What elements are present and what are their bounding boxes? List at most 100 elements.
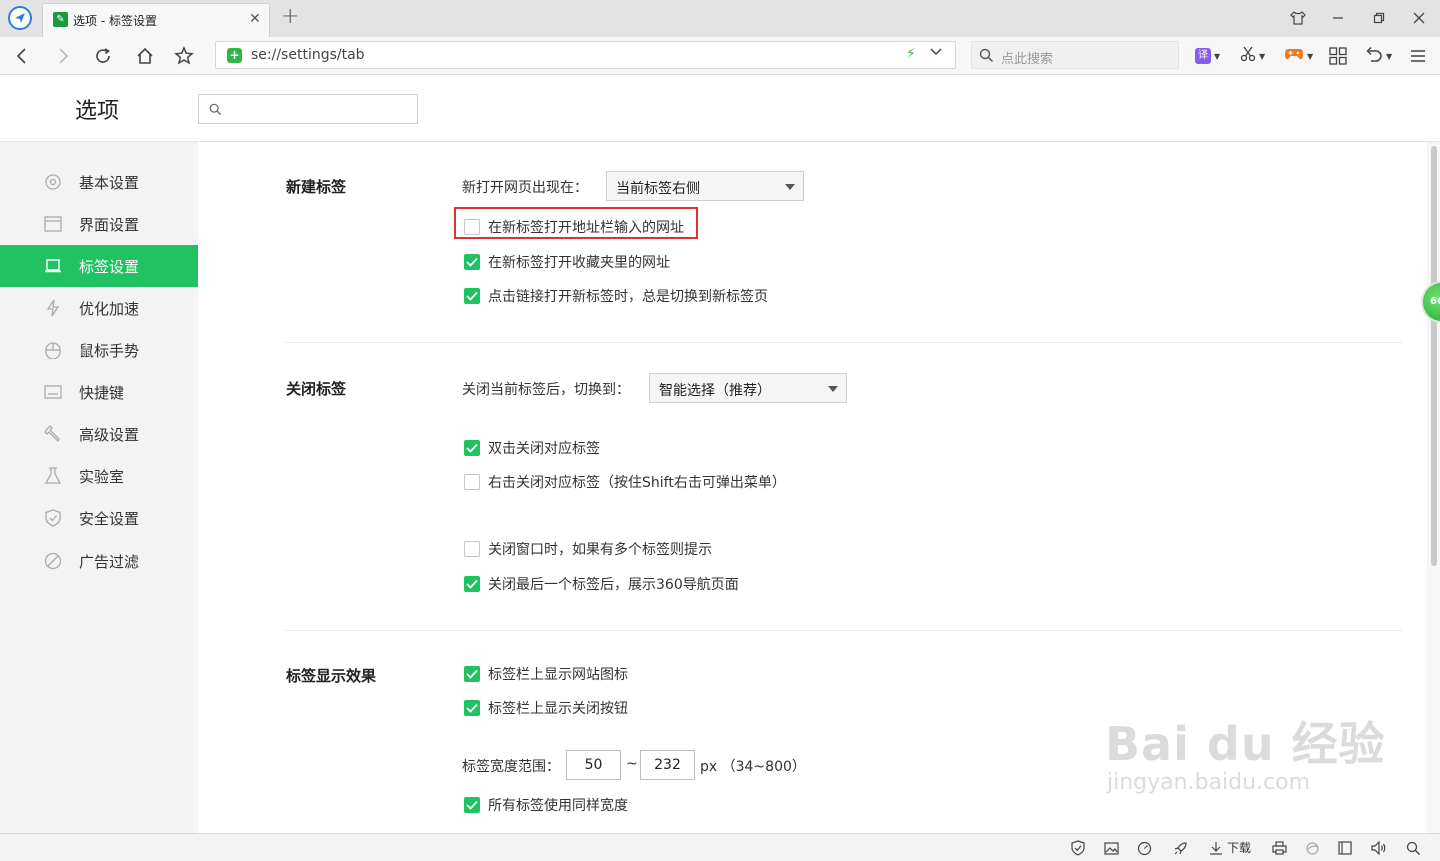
option-label: 双击关闭对应标签 (488, 441, 600, 457)
option-same-width[interactable]: 所有标签使用同样宽度 (464, 795, 628, 815)
option-label: 在新标签打开收藏夹里的网址 (488, 255, 670, 271)
sidebar-item-tabs[interactable]: 标签设置 (0, 245, 198, 287)
flask-icon (43, 466, 63, 486)
gamepad-icon (1284, 46, 1304, 66)
option-label: 关闭最后一个标签后，展示360导航页面 (488, 577, 739, 593)
sidebar-item-speedup[interactable]: 优化加速 (0, 287, 198, 329)
speed-icon[interactable] (1135, 840, 1153, 856)
speaker-icon[interactable] (1370, 840, 1388, 856)
checkbox-unchecked[interactable] (464, 219, 480, 235)
baidu-watermark: Bai du 经验 jingyan.baidu.com (1105, 708, 1386, 795)
close-window-icon[interactable] (1408, 7, 1430, 29)
checkbox-checked[interactable] (464, 700, 480, 716)
screenshot-extension[interactable]: ▼ (1240, 46, 1265, 66)
game-extension[interactable]: ▼ (1284, 46, 1313, 66)
download-button[interactable]: 下载 (1209, 839, 1251, 856)
reload-icon[interactable] (92, 45, 114, 67)
option-label: 右击关闭对应标签（按住Shift右击可弹出菜单） (488, 475, 786, 491)
sidebar-item-basic[interactable]: 基本设置 (0, 161, 198, 203)
sidebar-item-label: 优化加速 (79, 299, 140, 318)
checkbox-checked[interactable] (464, 576, 480, 592)
tab-width-separator: ~ (626, 756, 638, 772)
option-label: 关闭窗口时，如果有多个标签则提示 (488, 542, 712, 558)
checkbox-checked[interactable] (464, 254, 480, 270)
checkbox-checked[interactable] (464, 797, 480, 813)
undo-close-extension[interactable]: ▼ (1365, 46, 1392, 66)
accelerate-icon[interactable]: ⚡ (906, 46, 916, 62)
sidebar-item-label: 快捷键 (79, 383, 125, 402)
apps-grid-icon[interactable] (1329, 46, 1347, 66)
address-bar[interactable]: + se://settings/tab ⚡ (215, 41, 956, 69)
page-title: 选项 (75, 99, 120, 124)
translate-extension[interactable]: 译 ▼ (1195, 46, 1220, 66)
checkbox-checked[interactable] (464, 288, 480, 304)
tab-icon (43, 256, 63, 276)
option-open-bookmarks-newtab[interactable]: 在新标签打开收藏夹里的网址 (464, 252, 670, 272)
option-label: 所有标签使用同样宽度 (488, 798, 628, 814)
option-dblclick-close[interactable]: 双击关闭对应标签 (464, 438, 600, 458)
option-show-close-button[interactable]: 标签栏上显示关闭按钮 (464, 698, 628, 718)
option-show-favicon[interactable]: 标签栏上显示网站图标 (464, 664, 628, 684)
forward-icon[interactable] (52, 45, 74, 67)
option-rightclick-close[interactable]: 右击关闭对应标签（按住Shift右击可弹出菜单） (464, 472, 786, 492)
url-dropdown-icon[interactable] (929, 45, 943, 63)
sidebar-item-lab[interactable]: 实验室 (0, 455, 198, 497)
new-tab-button[interactable]: + (281, 4, 299, 29)
back-icon[interactable] (11, 45, 33, 67)
url-text[interactable]: se://settings/tab (251, 47, 365, 63)
skin-icon[interactable] (1287, 7, 1309, 29)
home-icon[interactable] (134, 45, 156, 67)
window-mode-icon[interactable] (1336, 840, 1354, 856)
scrollbar-thumb[interactable] (1431, 146, 1437, 566)
sidebar-item-label: 鼠标手势 (79, 341, 140, 360)
sidebar-item-security[interactable]: 安全设置 (0, 497, 198, 539)
settings-favicon-icon: ✎ (53, 12, 68, 27)
option-switch-to-newtab[interactable]: 点击链接打开新标签时，总是切换到新标签页 (464, 286, 768, 306)
close-switch-select[interactable]: 智能选择（推荐） (649, 373, 847, 403)
window-icon (43, 214, 63, 234)
option-warn-multiple[interactable]: 关闭窗口时，如果有多个标签则提示 (464, 539, 712, 559)
shield-icon[interactable] (1069, 840, 1087, 856)
download-label: 下载 (1227, 841, 1252, 855)
ie-mode-icon[interactable] (1303, 840, 1321, 856)
checkbox-unchecked[interactable] (464, 474, 480, 490)
rocket-icon[interactable] (1171, 840, 1189, 856)
sidebar-item-advanced[interactable]: 高级设置 (0, 413, 198, 455)
secure-shield-icon[interactable]: + (227, 48, 242, 63)
sidebar-item-shortcut[interactable]: 快捷键 (0, 371, 198, 413)
print-icon[interactable] (1270, 840, 1288, 856)
sidebar-item-adblock[interactable]: 广告过滤 (0, 540, 198, 582)
sidebar-item-label: 界面设置 (79, 215, 140, 234)
open-position-label: 新打开网页出现在： (462, 180, 588, 196)
chevron-down-icon (828, 386, 838, 392)
sidebar-item-interface[interactable]: 界面设置 (0, 203, 198, 245)
search-icon (979, 48, 994, 63)
checkbox-checked[interactable] (464, 440, 480, 456)
options-search-input[interactable] (198, 94, 418, 124)
image-icon[interactable] (1102, 840, 1120, 856)
open-position-select[interactable]: 当前标签右侧 (606, 171, 804, 201)
menu-icon[interactable] (1410, 46, 1426, 66)
checkbox-checked[interactable] (464, 666, 480, 682)
option-open-addressbar-newtab[interactable]: 在新标签打开地址栏输入的网址 (464, 217, 684, 237)
browser-logo-icon[interactable] (8, 6, 32, 30)
option-last-tab-nav[interactable]: 关闭最后一个标签后，展示360导航页面 (464, 574, 739, 594)
tab-width-max-input[interactable]: 232 (640, 750, 695, 780)
search-box[interactable]: 点此搜索 (971, 41, 1179, 69)
bolt-icon (43, 298, 63, 318)
minimize-icon[interactable] (1327, 7, 1349, 29)
section-title-display: 标签显示效果 (286, 667, 377, 685)
tab-close-icon[interactable]: ✕ (249, 11, 261, 27)
checkbox-unchecked[interactable] (464, 541, 480, 557)
bookmark-star-icon[interactable] (173, 45, 195, 67)
option-label: 在新标签打开地址栏输入的网址 (488, 220, 684, 236)
block-icon (43, 551, 63, 571)
sidebar-item-gesture[interactable]: 鼠标手势 (0, 329, 198, 371)
zoom-icon[interactable] (1404, 840, 1422, 856)
sidebar-item-label: 实验室 (79, 467, 125, 486)
tab-settings[interactable]: ✎ 选项 - 标签设置 ✕ (42, 3, 270, 37)
tab-width-min-input[interactable]: 50 (566, 750, 621, 780)
restore-icon[interactable] (1368, 7, 1390, 29)
search-icon (209, 103, 222, 116)
translate-icon: 译 (1195, 48, 1211, 64)
